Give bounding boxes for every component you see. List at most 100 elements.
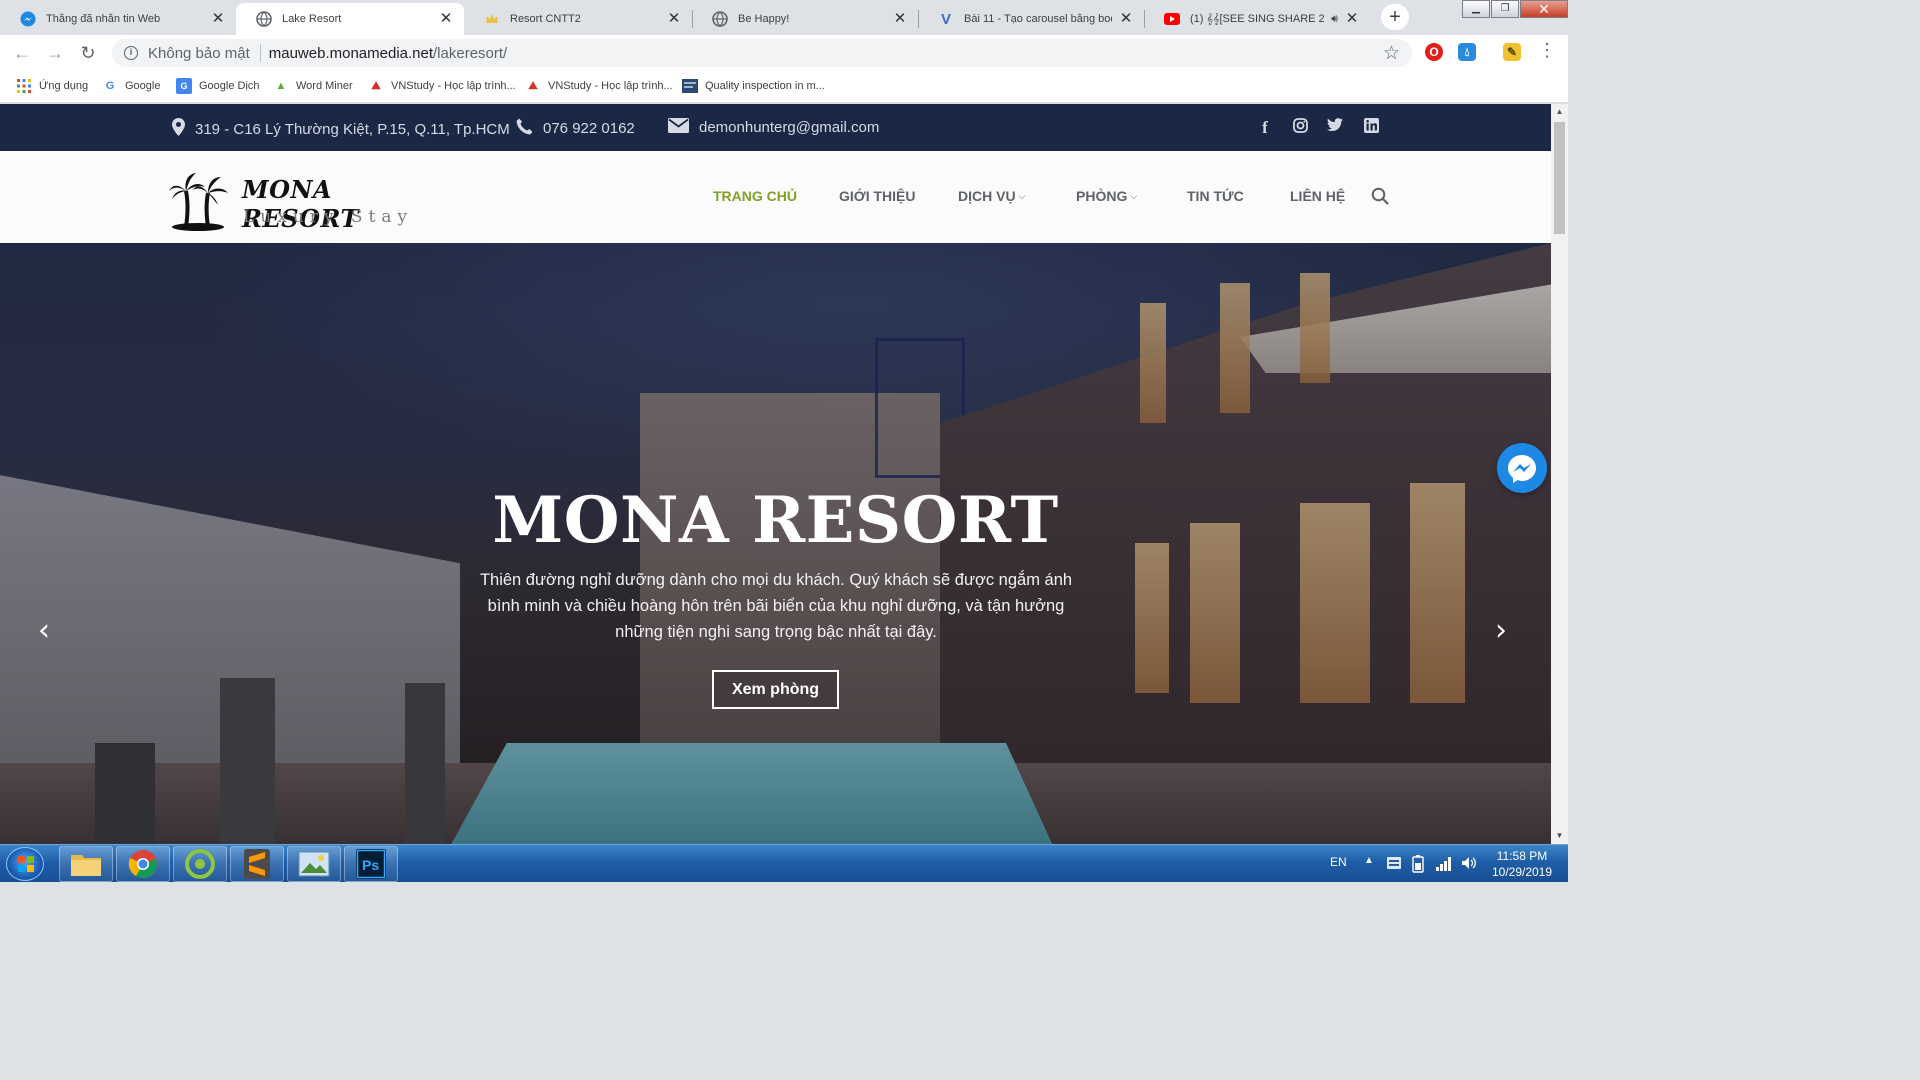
coccoc-icon[interactable] [173,846,227,882]
carousel-next-icon[interactable]: › [1495,613,1507,648]
translate-icon: G [176,78,192,94]
close-tab-icon[interactable]: ✕ [1344,11,1360,27]
messenger-chat-icon[interactable] [1497,443,1547,493]
phone-info[interactable]: 076 922 0162 [516,118,635,139]
palm-tree-icon [169,173,228,231]
bookmark-google[interactable]: G Google [102,78,161,94]
bookmark-apps[interactable]: Ứng dụng [16,78,88,94]
bookmark-quality-inspection[interactable]: Quality inspection in m... [682,78,825,94]
keyboard-icon[interactable] [1386,855,1402,893]
battery-icon[interactable] [1412,855,1424,893]
photo-viewer-icon[interactable] [287,846,341,882]
address-info: 319 - C16 Lý Thường Kiệt, P.15, Q.11, Tp… [172,118,510,140]
google-icon: G [105,80,115,92]
info-icon[interactable]: i [124,46,138,60]
scroll-down-icon[interactable]: ▼ [1551,828,1568,844]
browser-toolbar: ← → ↻ i Không bảo mật mauweb.monamedia.n… [0,35,1568,71]
windows-start-icon[interactable] [6,847,44,881]
minimize-icon[interactable]: ▁ [1462,0,1490,18]
envelope-icon [668,118,689,137]
address-bar[interactable]: i Không bảo mật mauweb.monamedia.net /la… [112,39,1412,67]
tab-resort-cntt2[interactable]: Resort CNTT2 ✕ [464,3,692,35]
file-explorer-icon[interactable] [59,846,113,882]
close-tab-icon[interactable]: ✕ [210,11,226,27]
page-viewport: 319 - C16 Lý Thường Kiệt, P.15, Q.11, Tp… [0,104,1551,844]
chrome-menu-icon[interactable]: ⋮ [1538,40,1556,61]
site-logo[interactable]: MONA RESORT Luxury Stay [168,165,448,233]
volume-icon[interactable] [1461,855,1477,893]
audio-playing-icon[interactable]: 🔊︎ [1331,13,1338,26]
globe-icon [712,11,728,27]
tab-messenger[interactable]: Thắng đã nhắn tin Web ✕ [0,3,236,35]
search-icon[interactable] [1371,187,1389,210]
pin-extension-icon[interactable]: ✎ [1503,43,1521,61]
clock-time: 11:58 PM [1496,849,1548,863]
v-icon: V [940,10,951,28]
photoshop-icon[interactable]: Ps [344,846,398,882]
globe-icon [256,11,272,27]
facebook-icon[interactable]: f [1255,118,1275,137]
security-label[interactable]: Không bảo mật [148,45,250,62]
map-pin-icon [172,118,185,140]
back-icon[interactable]: ← [8,39,36,67]
close-tab-icon[interactable]: ✕ [1118,11,1134,27]
windows-taskbar: Ps EN ▲ 11:58 PM 10/29/2019 [0,844,1568,882]
tab-lake-resort[interactable]: Lake Resort ✕ [236,3,464,35]
reload-icon[interactable]: ↻ [74,39,102,67]
forward-icon[interactable]: → [41,39,69,67]
apps-grid-icon [16,78,32,94]
window-controls: ▁ ❐ ✕ [1461,0,1568,18]
contact-topbar: 319 - C16 Lý Thường Kiệt, P.15, Q.11, Tp… [0,104,1551,151]
nav-news[interactable]: TIN TỨC [1187,188,1244,204]
tab-be-happy[interactable]: Be Happy! ✕ [692,3,918,35]
close-tab-icon[interactable]: ✕ [666,11,682,27]
youtube-icon [1164,11,1180,27]
scroll-up-icon[interactable]: ▲ [1551,104,1568,120]
logo-tagline: Luxury Stay [243,207,414,227]
bookmark-google-translate[interactable]: G Google Dịch [176,78,260,94]
system-clock[interactable]: 11:58 PM 10/29/2019 [1482,848,1562,880]
chrome-icon[interactable] [116,846,170,882]
bookmark-star-icon[interactable]: ☆ [1383,42,1400,65]
messenger-icon [20,11,36,27]
bookmarks-bar: Ứng dụng G Google G Google Dịch ▲ Word M… [0,71,1568,103]
phone-icon [516,118,533,139]
url-path[interactable]: /lakeresort/ [433,45,507,62]
opera-extension-icon[interactable]: O [1425,43,1443,61]
network-signal-icon[interactable] [1436,857,1452,895]
instagram-icon[interactable] [1290,118,1310,136]
water-drop-extension-icon[interactable]: 💧︎ [1458,43,1476,61]
bookmark-vnstudy-2[interactable]: ⛰ VNStudy - Học lập trình... [525,78,672,94]
nav-about[interactable]: GIỚI THIỆU [839,188,916,204]
window-close-icon[interactable]: ✕ [1520,0,1568,18]
carousel-prev-icon[interactable]: ‹ [38,613,50,648]
url-host[interactable]: mauweb.monamedia.net [269,45,433,62]
language-indicator[interactable]: EN [1330,855,1347,893]
tab-youtube[interactable]: (1) 𝄞𝄞[SEE SING SHARE 2 - Tập 🔊︎ ✕ [1144,3,1370,35]
page-scrollbar[interactable]: ▲ ▼ [1551,104,1568,844]
sublime-text-icon[interactable] [230,846,284,882]
show-hidden-icons-icon[interactable]: ▲ [1364,855,1374,893]
view-rooms-button[interactable]: Xem phòng [712,670,839,709]
linkedin-icon[interactable] [1361,118,1381,136]
close-tab-icon[interactable]: ✕ [892,11,908,27]
nav-rooms[interactable]: PHÒNG ⌵ [1076,188,1137,204]
close-tab-icon[interactable]: ✕ [438,11,454,27]
tab-strip: Thắng đã nhắn tin Web ✕ Lake Resort ✕ Re… [0,0,1568,35]
nav-contact[interactable]: LIÊN HỆ [1290,188,1345,204]
chevron-down-icon: ⌵ [1018,191,1026,201]
new-tab-button[interactable]: + [1381,4,1409,30]
document-icon [682,78,698,94]
bookmark-vnstudy-1[interactable]: ⛰ VNStudy - Học lập trình... [368,78,515,94]
twitter-icon[interactable] [1325,118,1345,136]
vnstudy-icon: ⛰ [528,79,538,92]
email-info[interactable]: demonhunterg@gmail.com [668,118,879,137]
nav-services[interactable]: DỊCH VỤ ⌵ [958,188,1025,204]
word-miner-icon: ▲ [275,80,287,92]
scrollbar-thumb[interactable] [1554,122,1565,234]
site-header: MONA RESORT Luxury Stay TRANG CHỦ GIỚI T… [0,151,1551,243]
bookmark-word-miner[interactable]: ▲ Word Miner [273,78,353,94]
nav-home[interactable]: TRANG CHỦ [713,188,797,204]
tab-bootstrap-carousel[interactable]: V Bài 11 - Tạo carousel bằng bootstra ✕ [918,3,1144,35]
maximize-icon[interactable]: ❐ [1491,0,1519,18]
